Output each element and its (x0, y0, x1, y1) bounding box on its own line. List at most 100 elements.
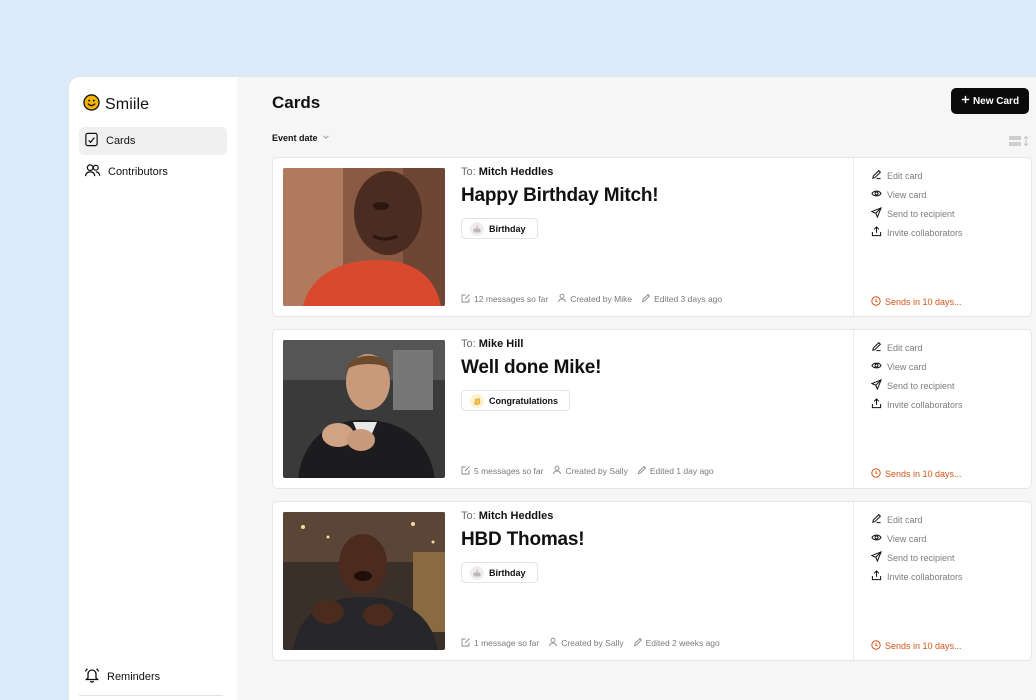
edited-time: Edited 3 days ago (641, 293, 722, 305)
send-status: Sends in 10 days... (871, 468, 962, 480)
card-title: Happy Birthday Mitch! (461, 185, 659, 206)
pencil-icon (871, 513, 882, 526)
plus-icon (961, 95, 970, 107)
page-title: Cards (272, 93, 321, 112)
card-gif-thumbnail[interactable] (283, 340, 445, 478)
event-tag: Congratulations (461, 390, 570, 411)
event-tag: Birthday (461, 218, 538, 239)
users-icon (84, 163, 101, 181)
user-icon (548, 637, 558, 649)
new-card-button[interactable]: New Card (951, 88, 1029, 114)
chevron-down-icon (322, 133, 330, 143)
share-icon (871, 570, 882, 583)
edited-time: Edited 2 weeks ago (633, 637, 720, 649)
send-icon (870, 551, 882, 564)
sidebar-item-label: Cards (106, 135, 136, 147)
card-gif-thumbnail[interactable] (283, 512, 445, 650)
card-item[interactable]: To: Mitch Heddles Happy Birthday Mitch! … (272, 157, 1032, 317)
sidebar-divider (79, 695, 223, 696)
logo[interactable]: Smiile (83, 94, 149, 116)
sort-dropdown[interactable]: Event date (272, 133, 330, 143)
card-meta: 12 messages so far Created by Mike Edite… (461, 293, 722, 305)
view-toggle[interactable] (1009, 133, 1029, 151)
pencil-icon (871, 341, 882, 354)
cake-icon (470, 221, 484, 236)
app-name: Smiile (105, 96, 150, 113)
smiley-logo-icon (83, 94, 100, 116)
edit-card-action[interactable]: Edit card (871, 513, 923, 526)
sidebar-item-cards[interactable]: Cards (79, 127, 227, 155)
clock-icon (871, 640, 881, 652)
clock-icon (871, 296, 881, 308)
send-icon (870, 207, 882, 220)
view-card-action[interactable]: View card (871, 360, 926, 373)
card-item[interactable]: To: Mitch Heddles HBD Thomas! Birthday 1… (272, 501, 1032, 661)
invite-collaborators-action[interactable]: Invite collaborators (871, 570, 963, 583)
eye-icon (871, 532, 882, 545)
sidebar-item-label: Reminders (107, 670, 161, 683)
sidebar-item-contributors[interactable]: Contributors (79, 158, 227, 186)
send-icon (870, 379, 882, 392)
send-to-recipient-action[interactable]: Send to recipient (870, 379, 955, 392)
card-item[interactable]: To: Mike Hill Well done Mike! Congratula… (272, 329, 1032, 489)
send-to-recipient-action[interactable]: Send to recipient (870, 207, 955, 220)
message-count: 5 messages so far (461, 465, 543, 477)
clap-icon (470, 393, 484, 408)
card-recipient: To: Mitch Heddles (461, 166, 554, 178)
share-icon (871, 398, 882, 411)
card-meta: 5 messages so far Created by Sally Edite… (461, 465, 714, 477)
pencil-icon (641, 293, 651, 305)
edit-note-icon (461, 637, 471, 649)
edit-card-action[interactable]: Edit card (871, 169, 923, 182)
card-actions: Edit card View card Send to recipient In… (853, 158, 1033, 316)
pencil-icon (633, 637, 643, 649)
clock-icon (871, 468, 881, 480)
cake-icon (470, 565, 484, 580)
new-card-label: New Card (972, 95, 1020, 107)
user-icon (557, 293, 567, 305)
sidebar: Smiile Cards Contributors Reminders (69, 77, 237, 700)
list-view-icon (1009, 133, 1021, 151)
card-gif-thumbnail[interactable] (283, 168, 445, 306)
sort-arrows-icon (1023, 133, 1029, 151)
edit-note-icon (461, 293, 471, 305)
view-card-action[interactable]: View card (871, 188, 926, 201)
send-status: Sends in 10 days... (871, 640, 962, 652)
card-title: Well done Mike! (461, 357, 602, 378)
eye-icon (871, 360, 882, 373)
invite-collaborators-action[interactable]: Invite collaborators (871, 226, 963, 239)
sidebar-item-label: Contributors (108, 166, 168, 178)
bell-icon (84, 667, 100, 686)
edit-card-action[interactable]: Edit card (871, 341, 923, 354)
message-count: 1 message so far (461, 637, 539, 649)
send-status: Sends in 10 days... (871, 296, 962, 308)
pencil-icon (871, 169, 882, 182)
created-by: Created by Mike (557, 293, 632, 305)
view-card-action[interactable]: View card (871, 532, 926, 545)
message-count: 12 messages so far (461, 293, 548, 305)
cards-icon (84, 132, 99, 150)
card-actions: Edit card View card Send to recipient In… (853, 502, 1033, 660)
edit-note-icon (461, 465, 471, 477)
card-recipient: To: Mike Hill (461, 338, 524, 350)
event-tag-label: Congratulations (489, 395, 558, 406)
created-by: Created by Sally (552, 465, 628, 477)
sort-label: Event date (272, 133, 318, 143)
created-by: Created by Sally (548, 637, 624, 649)
event-tag: Birthday (461, 562, 538, 583)
invite-collaborators-action[interactable]: Invite collaborators (871, 398, 963, 411)
share-icon (871, 226, 882, 239)
sidebar-item-reminders[interactable]: Reminders (84, 667, 160, 686)
card-recipient: To: Mitch Heddles (461, 510, 554, 522)
user-icon (552, 465, 562, 477)
edited-time: Edited 1 day ago (637, 465, 714, 477)
card-title: HBD Thomas! (461, 529, 585, 550)
main-content: Cards New Card Event date To: Mitch Hedd… (237, 77, 1036, 700)
event-tag-label: Birthday (489, 567, 526, 578)
card-meta: 1 message so far Created by Sally Edited… (461, 637, 720, 649)
eye-icon (871, 188, 882, 201)
app-window: Smiile Cards Contributors Reminders Card… (68, 76, 1036, 700)
card-actions: Edit card View card Send to recipient In… (853, 330, 1033, 488)
send-to-recipient-action[interactable]: Send to recipient (870, 551, 955, 564)
pencil-icon (637, 465, 647, 477)
